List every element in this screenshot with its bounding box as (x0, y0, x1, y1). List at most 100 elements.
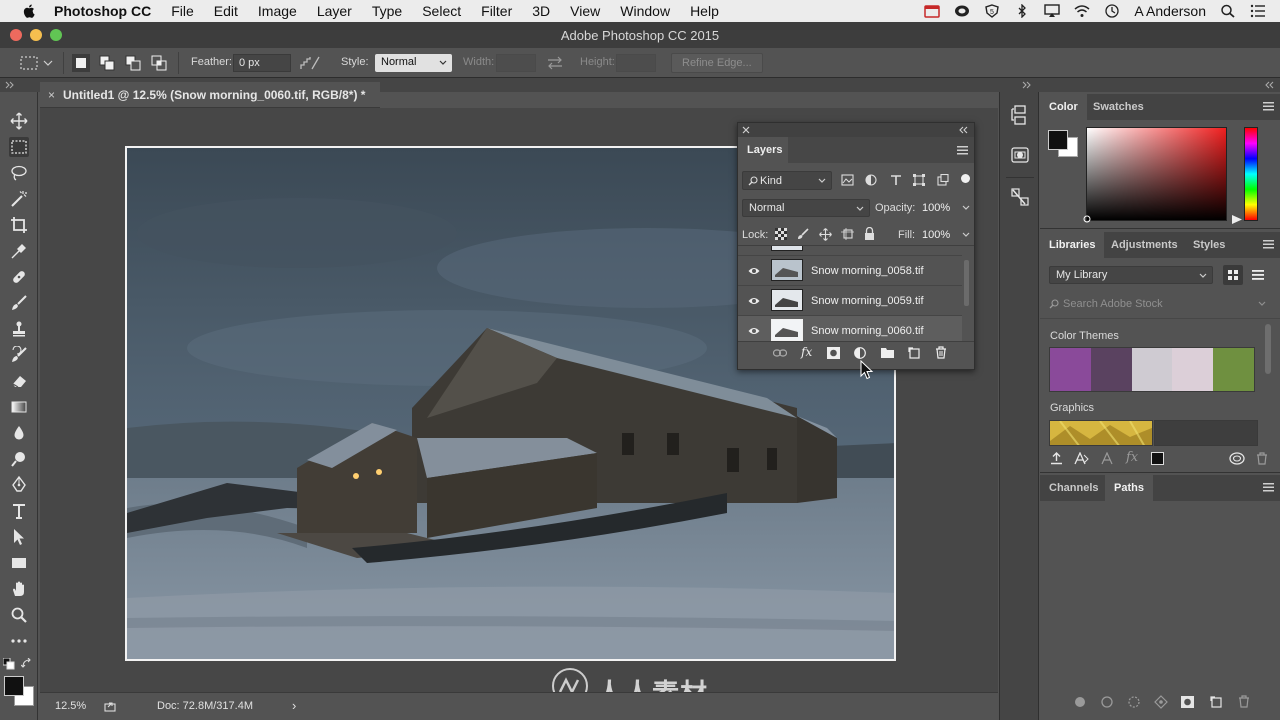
chevron-down-icon[interactable] (962, 205, 970, 211)
eye-icon[interactable] (748, 326, 760, 336)
anti-alias-icon[interactable] (300, 56, 320, 70)
share-icon[interactable] (104, 701, 116, 712)
paths-list[interactable] (1040, 501, 1280, 689)
layer-name[interactable]: Snow morning_0058.tif (811, 265, 924, 277)
upload-icon[interactable] (1050, 452, 1063, 465)
close-icon[interactable] (742, 126, 750, 134)
new-path-icon[interactable] (1210, 696, 1222, 708)
menu-layer[interactable]: Layer (317, 3, 352, 19)
filter-shape-icon[interactable] (913, 174, 925, 186)
adobe-stock-search-input[interactable]: Search Adobe Stock (1063, 298, 1163, 310)
menu-file[interactable]: File (171, 3, 194, 19)
menubar-user-name[interactable]: A Anderson (1134, 3, 1206, 19)
color-theme-swatch[interactable] (1090, 348, 1132, 391)
grid-view-button[interactable] (1223, 265, 1243, 285)
tab-styles[interactable]: Styles (1184, 232, 1234, 258)
intersect-selection-icon[interactable] (150, 54, 168, 72)
gradient-tool[interactable] (9, 397, 29, 417)
clock-icon[interactable] (1104, 4, 1120, 18)
hue-slider[interactable] (1244, 127, 1258, 221)
healing-brush-tool[interactable] (9, 267, 29, 287)
trash-icon[interactable] (1256, 452, 1268, 465)
document-tab[interactable]: × Untitled1 @ 12.5% (Snow morning_0060.t… (40, 82, 380, 108)
layer-name[interactable]: Snow morning_0059.tif (811, 295, 924, 307)
paragraph-styles-panel-icon[interactable] (1009, 186, 1031, 208)
move-tool[interactable] (9, 111, 29, 131)
collapse-arrows-icon[interactable] (1264, 81, 1274, 89)
hue-slider-handle-icon[interactable] (1232, 215, 1242, 224)
color-theme-swatch[interactable] (1131, 348, 1173, 391)
spotlight-search-icon[interactable] (1220, 4, 1236, 18)
add-layer-style-fx-icon[interactable]: fx (1126, 450, 1138, 465)
type-tool[interactable] (9, 501, 29, 521)
tab-channels[interactable]: Channels (1040, 475, 1108, 501)
blend-mode-select[interactable]: Normal (742, 199, 870, 217)
wifi-icon[interactable] (1074, 4, 1090, 18)
lock-transparent-icon[interactable] (775, 228, 787, 240)
expand-arrows-icon[interactable] (5, 81, 15, 89)
new-adjustment-layer-icon[interactable] (854, 347, 866, 359)
new-group-folder-icon[interactable] (881, 347, 894, 358)
color-theme-swatch[interactable] (1213, 348, 1254, 391)
status-menu-arrow[interactable]: › (292, 698, 296, 713)
collapse-arrows-icon[interactable] (958, 126, 968, 134)
filter-smart-object-icon[interactable] (937, 174, 949, 186)
make-work-path-icon[interactable] (1154, 695, 1168, 709)
panel-menu-icon[interactable] (957, 146, 968, 155)
add-to-selection-icon[interactable] (98, 54, 116, 72)
menu-app-name[interactable]: Photoshop CC (54, 3, 151, 19)
menu-help[interactable]: Help (690, 3, 719, 19)
filter-pixel-icon[interactable] (841, 174, 854, 186)
layer-name[interactable]: Snow morning_0060.tif (811, 325, 924, 337)
history-panel-icon[interactable] (1009, 104, 1031, 126)
width-input[interactable] (496, 54, 536, 72)
lasso-tool[interactable] (9, 163, 29, 183)
zoom-tool[interactable] (9, 605, 29, 625)
tab-libraries[interactable]: Libraries (1040, 232, 1105, 258)
swap-width-height-icon[interactable] (546, 56, 564, 70)
window-minimize-button[interactable] (30, 29, 42, 41)
foreground-color-swatch[interactable] (4, 676, 24, 696)
lock-all-icon[interactable] (864, 227, 875, 240)
stroke-path-icon[interactable] (1101, 696, 1113, 708)
fill-value[interactable]: 100% (922, 229, 950, 241)
path-as-selection-icon[interactable] (1128, 696, 1140, 708)
layer-row[interactable] (738, 246, 962, 256)
eye-icon[interactable] (748, 266, 760, 276)
subtract-from-selection-icon[interactable] (124, 54, 142, 72)
menu-type[interactable]: Type (372, 3, 402, 19)
clone-stamp-tool[interactable] (9, 319, 29, 339)
layers-panel-header[interactable] (738, 123, 974, 137)
graphic-asset-thumbnail[interactable] (1049, 420, 1153, 446)
bluetooth-icon[interactable] (1014, 4, 1030, 18)
window-zoom-button[interactable] (50, 29, 62, 41)
menu-3d[interactable]: 3D (532, 3, 550, 19)
layer-filter-select[interactable]: Kind (742, 171, 832, 190)
height-input[interactable] (616, 54, 656, 72)
libraries-scrollbar-thumb[interactable] (1265, 324, 1271, 374)
new-layer-icon[interactable] (908, 347, 920, 359)
panel-menu-icon[interactable] (1263, 240, 1274, 249)
window-close-button[interactable] (10, 29, 22, 41)
new-selection-icon[interactable] (72, 54, 90, 72)
rectangle-tool[interactable] (9, 553, 29, 573)
layer-row[interactable]: Snow morning_0060.tif (738, 316, 962, 341)
shield-icon[interactable]: 5 (984, 4, 1000, 18)
menu-select[interactable]: Select (422, 3, 461, 19)
document-close-button[interactable]: × (48, 88, 55, 102)
path-selection-tool[interactable] (9, 527, 29, 547)
quick-selection-tool[interactable] (9, 189, 29, 209)
tab-adjustments[interactable]: Adjustments (1102, 232, 1187, 258)
add-text-style-icon[interactable] (1101, 452, 1113, 465)
rectangular-marquee-tool[interactable] (9, 137, 29, 157)
filter-adjustment-icon[interactable] (865, 174, 877, 186)
pen-tool[interactable] (9, 475, 29, 495)
menu-view[interactable]: View (570, 3, 600, 19)
chevron-down-icon[interactable] (1258, 301, 1266, 307)
add-mask-icon[interactable] (1181, 696, 1194, 708)
brush-tool[interactable] (9, 293, 29, 313)
layer-row[interactable]: Snow morning_0058.tif (738, 256, 962, 286)
library-select[interactable]: My Library (1049, 266, 1213, 284)
lock-artboard-icon[interactable] (841, 228, 854, 240)
tab-color[interactable]: Color (1040, 94, 1087, 120)
